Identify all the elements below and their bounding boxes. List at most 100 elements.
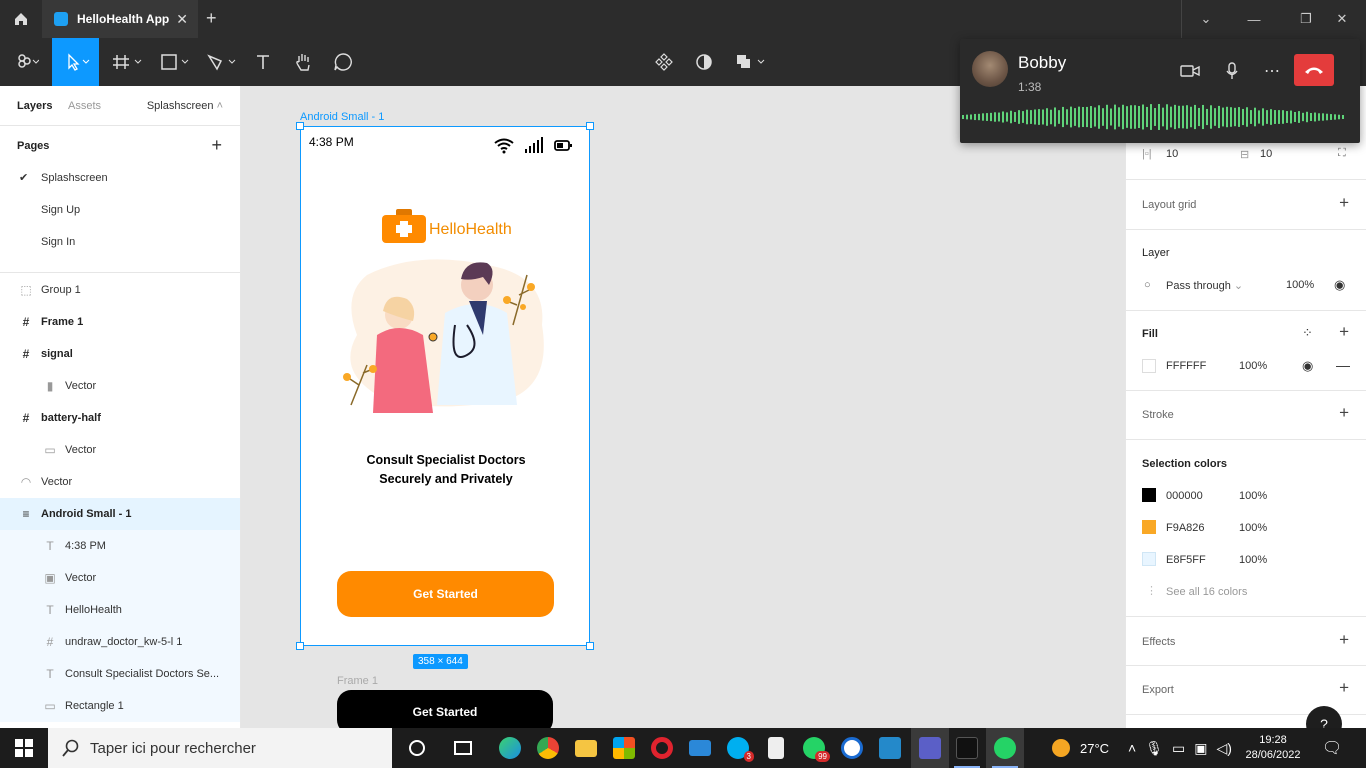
color-opacity[interactable]: 100%: [1239, 490, 1267, 502]
opera-icon[interactable]: [643, 728, 681, 768]
resize-handle[interactable]: [296, 642, 304, 650]
add-layout-grid-button[interactable]: +: [1339, 193, 1349, 213]
task-view-icon[interactable]: [444, 728, 482, 768]
see-all-colors-link[interactable]: See all 16 colors: [1166, 586, 1247, 598]
get-started-button[interactable]: Get Started: [337, 571, 554, 617]
frame1-label[interactable]: Frame 1: [337, 675, 378, 687]
close-window-button[interactable]: ✕: [1318, 0, 1366, 38]
color-opacity[interactable]: 100%: [1239, 554, 1267, 566]
eye-icon[interactable]: ◉: [1334, 277, 1345, 293]
fill-hex[interactable]: FFFFFF: [1166, 360, 1206, 372]
tab-assets[interactable]: Assets: [68, 100, 101, 112]
eye-icon[interactable]: ◉: [1302, 358, 1313, 374]
microphone-icon[interactable]: [1220, 59, 1244, 83]
file-explorer-icon[interactable]: [567, 728, 605, 768]
chevron-up-icon[interactable]: ˄: [1128, 740, 1136, 756]
horizontal-padding-value[interactable]: 10: [1166, 148, 1178, 160]
layer-row[interactable]: ⬚ Group 1: [0, 274, 240, 306]
comment-tool[interactable]: [330, 38, 356, 86]
page-item[interactable]: Sign Up: [0, 194, 240, 226]
add-effect-button[interactable]: +: [1339, 630, 1349, 650]
layer-row[interactable]: # battery-half: [0, 402, 240, 434]
page-selector[interactable]: Splashscreen ˄: [147, 100, 223, 112]
chevron-down-icon[interactable]: ⌄: [1182, 0, 1230, 38]
color-hex[interactable]: F9A826: [1166, 522, 1205, 534]
mail-icon[interactable]: [681, 728, 719, 768]
layer-row[interactable]: ▮ Vector: [0, 370, 240, 402]
clock[interactable]: 19:28 28/06/2022: [1245, 728, 1300, 768]
component-tool[interactable]: [652, 38, 676, 86]
layer-row-selected[interactable]: ≡ Android Small - 1: [0, 498, 240, 530]
layer-row[interactable]: # Frame 1: [0, 306, 240, 338]
resize-handle[interactable]: [296, 122, 304, 130]
hang-up-button[interactable]: [1294, 54, 1334, 86]
teams-icon[interactable]: [911, 728, 949, 768]
whatsapp-desktop-icon[interactable]: [986, 728, 1024, 768]
hand-tool[interactable]: [290, 38, 316, 86]
android-frame[interactable]: 4:38 PM HelloHealth Consult Specialist D…: [300, 126, 590, 646]
volume-icon[interactable]: ◁): [1216, 740, 1231, 757]
shape-tool[interactable]: [156, 38, 196, 86]
pen-tool[interactable]: [202, 38, 242, 86]
document-icon[interactable]: [757, 728, 795, 768]
more-options-icon[interactable]: ⋯: [1260, 59, 1284, 83]
resize-handle[interactable]: [586, 642, 594, 650]
remove-fill-button[interactable]: —: [1336, 357, 1350, 373]
layer-row[interactable]: # signal: [0, 338, 240, 370]
layer-row[interactable]: # undraw_doctor_kw-5-l 1: [0, 626, 240, 658]
minimize-button[interactable]: —: [1230, 0, 1278, 38]
layer-row[interactable]: ▭ Rectangle 1: [0, 690, 240, 722]
notifications-icon[interactable]: 🗨: [1322, 728, 1342, 768]
color-swatch[interactable]: [1142, 552, 1156, 566]
home-icon[interactable]: [0, 0, 42, 38]
color-swatch[interactable]: [1142, 488, 1156, 502]
skype-icon[interactable]: 3: [719, 728, 757, 768]
text-tool[interactable]: [250, 38, 276, 86]
add-export-button[interactable]: +: [1339, 678, 1349, 698]
layer-row[interactable]: ▣ Vector: [0, 562, 240, 594]
add-fill-button[interactable]: +: [1339, 322, 1349, 342]
layer-row[interactable]: ◠ Vector: [0, 466, 240, 498]
power-icon[interactable]: ▭: [1172, 740, 1185, 757]
weather-widget[interactable]: 27°C: [1052, 728, 1109, 768]
video-icon[interactable]: [1178, 59, 1202, 83]
boolean-tool[interactable]: [733, 38, 769, 86]
cortana-icon[interactable]: [398, 728, 436, 768]
blend-mode-select[interactable]: Pass through ⌄: [1166, 279, 1243, 292]
main-menu-button[interactable]: [6, 38, 46, 86]
edge-icon[interactable]: [491, 728, 529, 768]
color-hex[interactable]: E8F5FF: [1166, 554, 1206, 566]
windows-start-button[interactable]: [4, 728, 44, 768]
network-icon[interactable]: ▣: [1194, 740, 1207, 757]
canvas[interactable]: Android Small - 1 4:38 PM HelloHealth Co…: [241, 86, 1125, 728]
new-tab-button[interactable]: +: [206, 8, 217, 29]
taskbar-search[interactable]: Taper ici pour rechercher: [48, 728, 392, 768]
tab-layers[interactable]: Layers: [17, 100, 52, 112]
close-tab-icon[interactable]: ✕: [176, 11, 188, 28]
whatsapp-icon[interactable]: 99: [795, 728, 833, 768]
resize-handle[interactable]: [586, 122, 594, 130]
chrome-icon[interactable]: [529, 728, 567, 768]
file-tab[interactable]: HelloHealth App ✕: [42, 0, 198, 38]
styles-icon[interactable]: ⁘: [1302, 325, 1313, 341]
mask-tool[interactable]: [692, 38, 716, 86]
add-page-button[interactable]: +: [211, 135, 222, 156]
layer-row[interactable]: T 4:38 PM: [0, 530, 240, 562]
page-item[interactable]: ✔ Splashscreen: [0, 162, 240, 194]
frame-label[interactable]: Android Small - 1: [300, 111, 384, 123]
color-swatch[interactable]: [1142, 520, 1156, 534]
frame1-get-started-button[interactable]: Get Started: [337, 690, 553, 728]
individual-padding-icon[interactable]: ⛶: [1338, 147, 1346, 160]
microphone-icon[interactable]: 🎙: [1145, 740, 1163, 757]
layer-opacity[interactable]: 100%: [1286, 279, 1314, 291]
move-tool[interactable]: [52, 38, 99, 86]
layer-row[interactable]: ▭ Vector: [0, 434, 240, 466]
fill-swatch[interactable]: [1142, 359, 1156, 373]
figma-icon[interactable]: [948, 728, 986, 768]
app-icon[interactable]: [833, 728, 871, 768]
add-stroke-button[interactable]: +: [1339, 403, 1349, 423]
frame-tool[interactable]: [108, 38, 148, 86]
layer-row[interactable]: T Consult Specialist Doctors Se...: [0, 658, 240, 690]
color-hex[interactable]: 000000: [1166, 490, 1203, 502]
vscode-icon[interactable]: [871, 728, 909, 768]
